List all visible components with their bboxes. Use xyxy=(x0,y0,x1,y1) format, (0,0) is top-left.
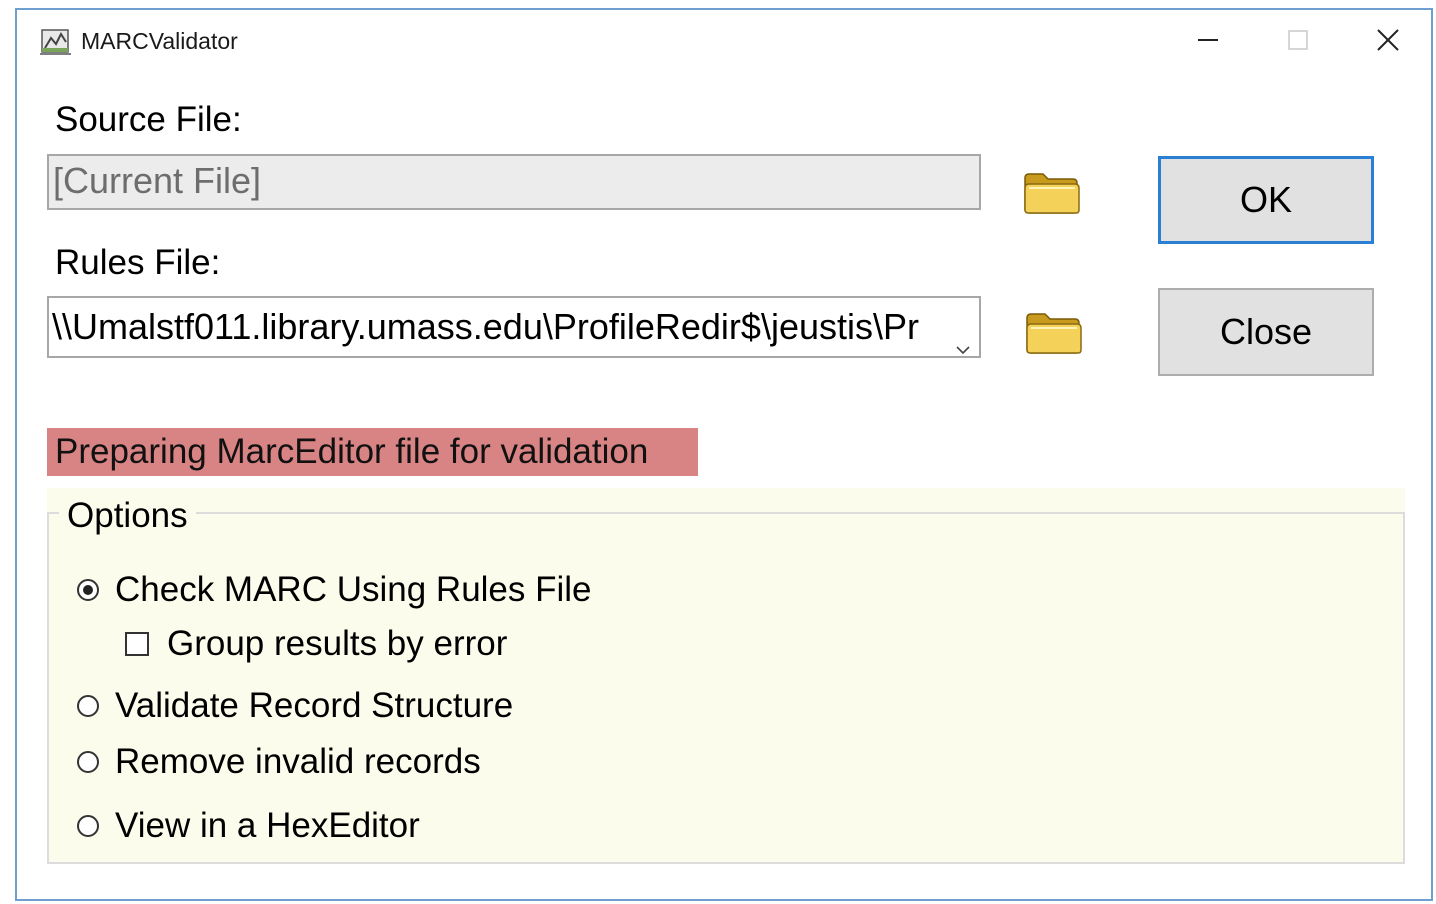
marc-validator-app-icon xyxy=(39,26,73,56)
option-validate-structure[interactable]: Validate Record Structure xyxy=(77,686,513,726)
option-label: Check MARC Using Rules File xyxy=(115,570,592,609)
close-icon xyxy=(1375,27,1401,58)
source-file-label: Source File: xyxy=(55,100,242,139)
rules-file-label: Rules File: xyxy=(55,243,221,282)
rules-file-value: \\Umalstf011.library.umass.edu\ProfileRe… xyxy=(52,306,919,347)
minimize-button[interactable] xyxy=(1185,22,1231,62)
option-view-hex[interactable]: View in a HexEditor xyxy=(77,806,420,846)
radio-checked[interactable] xyxy=(77,579,99,601)
status-message: Preparing MarcEditor file for validation xyxy=(47,428,698,476)
maximize-icon xyxy=(1286,28,1310,57)
folder-icon xyxy=(1023,313,1085,362)
radio-unchecked[interactable] xyxy=(77,815,99,837)
options-group: Options Check MARC Using Rules File Grou… xyxy=(47,488,1405,864)
option-label: Group results by error xyxy=(167,624,508,663)
maximize-button[interactable] xyxy=(1275,22,1321,62)
option-label: View in a HexEditor xyxy=(115,806,420,845)
title-bar[interactable]: MARCValidator xyxy=(17,10,1431,72)
minimize-icon xyxy=(1196,28,1220,57)
marc-validator-window: MARCValidator Source File: [Current File… xyxy=(15,8,1433,901)
option-label: Remove invalid records xyxy=(115,742,481,781)
folder-icon xyxy=(1021,173,1083,222)
checkbox-unchecked[interactable] xyxy=(125,632,149,656)
options-legend: Options xyxy=(59,496,196,536)
radio-unchecked[interactable] xyxy=(77,695,99,717)
option-remove-invalid[interactable]: Remove invalid records xyxy=(77,742,481,782)
source-browse-button[interactable] xyxy=(1021,168,1083,218)
close-button[interactable]: Close xyxy=(1158,288,1374,376)
source-file-field[interactable]: [Current File] xyxy=(47,154,981,210)
rules-file-combobox[interactable]: \\Umalstf011.library.umass.edu\ProfileRe… xyxy=(47,296,981,358)
window-title: MARCValidator xyxy=(81,28,238,54)
option-label: Validate Record Structure xyxy=(115,686,514,725)
ok-button[interactable]: OK xyxy=(1158,156,1374,244)
rules-browse-button[interactable] xyxy=(1023,308,1085,358)
close-window-button[interactable] xyxy=(1365,22,1411,62)
chevron-down-icon[interactable] xyxy=(955,322,971,355)
radio-unchecked[interactable] xyxy=(77,751,99,773)
option-group-results[interactable]: Group results by error xyxy=(125,624,507,664)
option-check-marc-rules[interactable]: Check MARC Using Rules File xyxy=(77,570,592,610)
